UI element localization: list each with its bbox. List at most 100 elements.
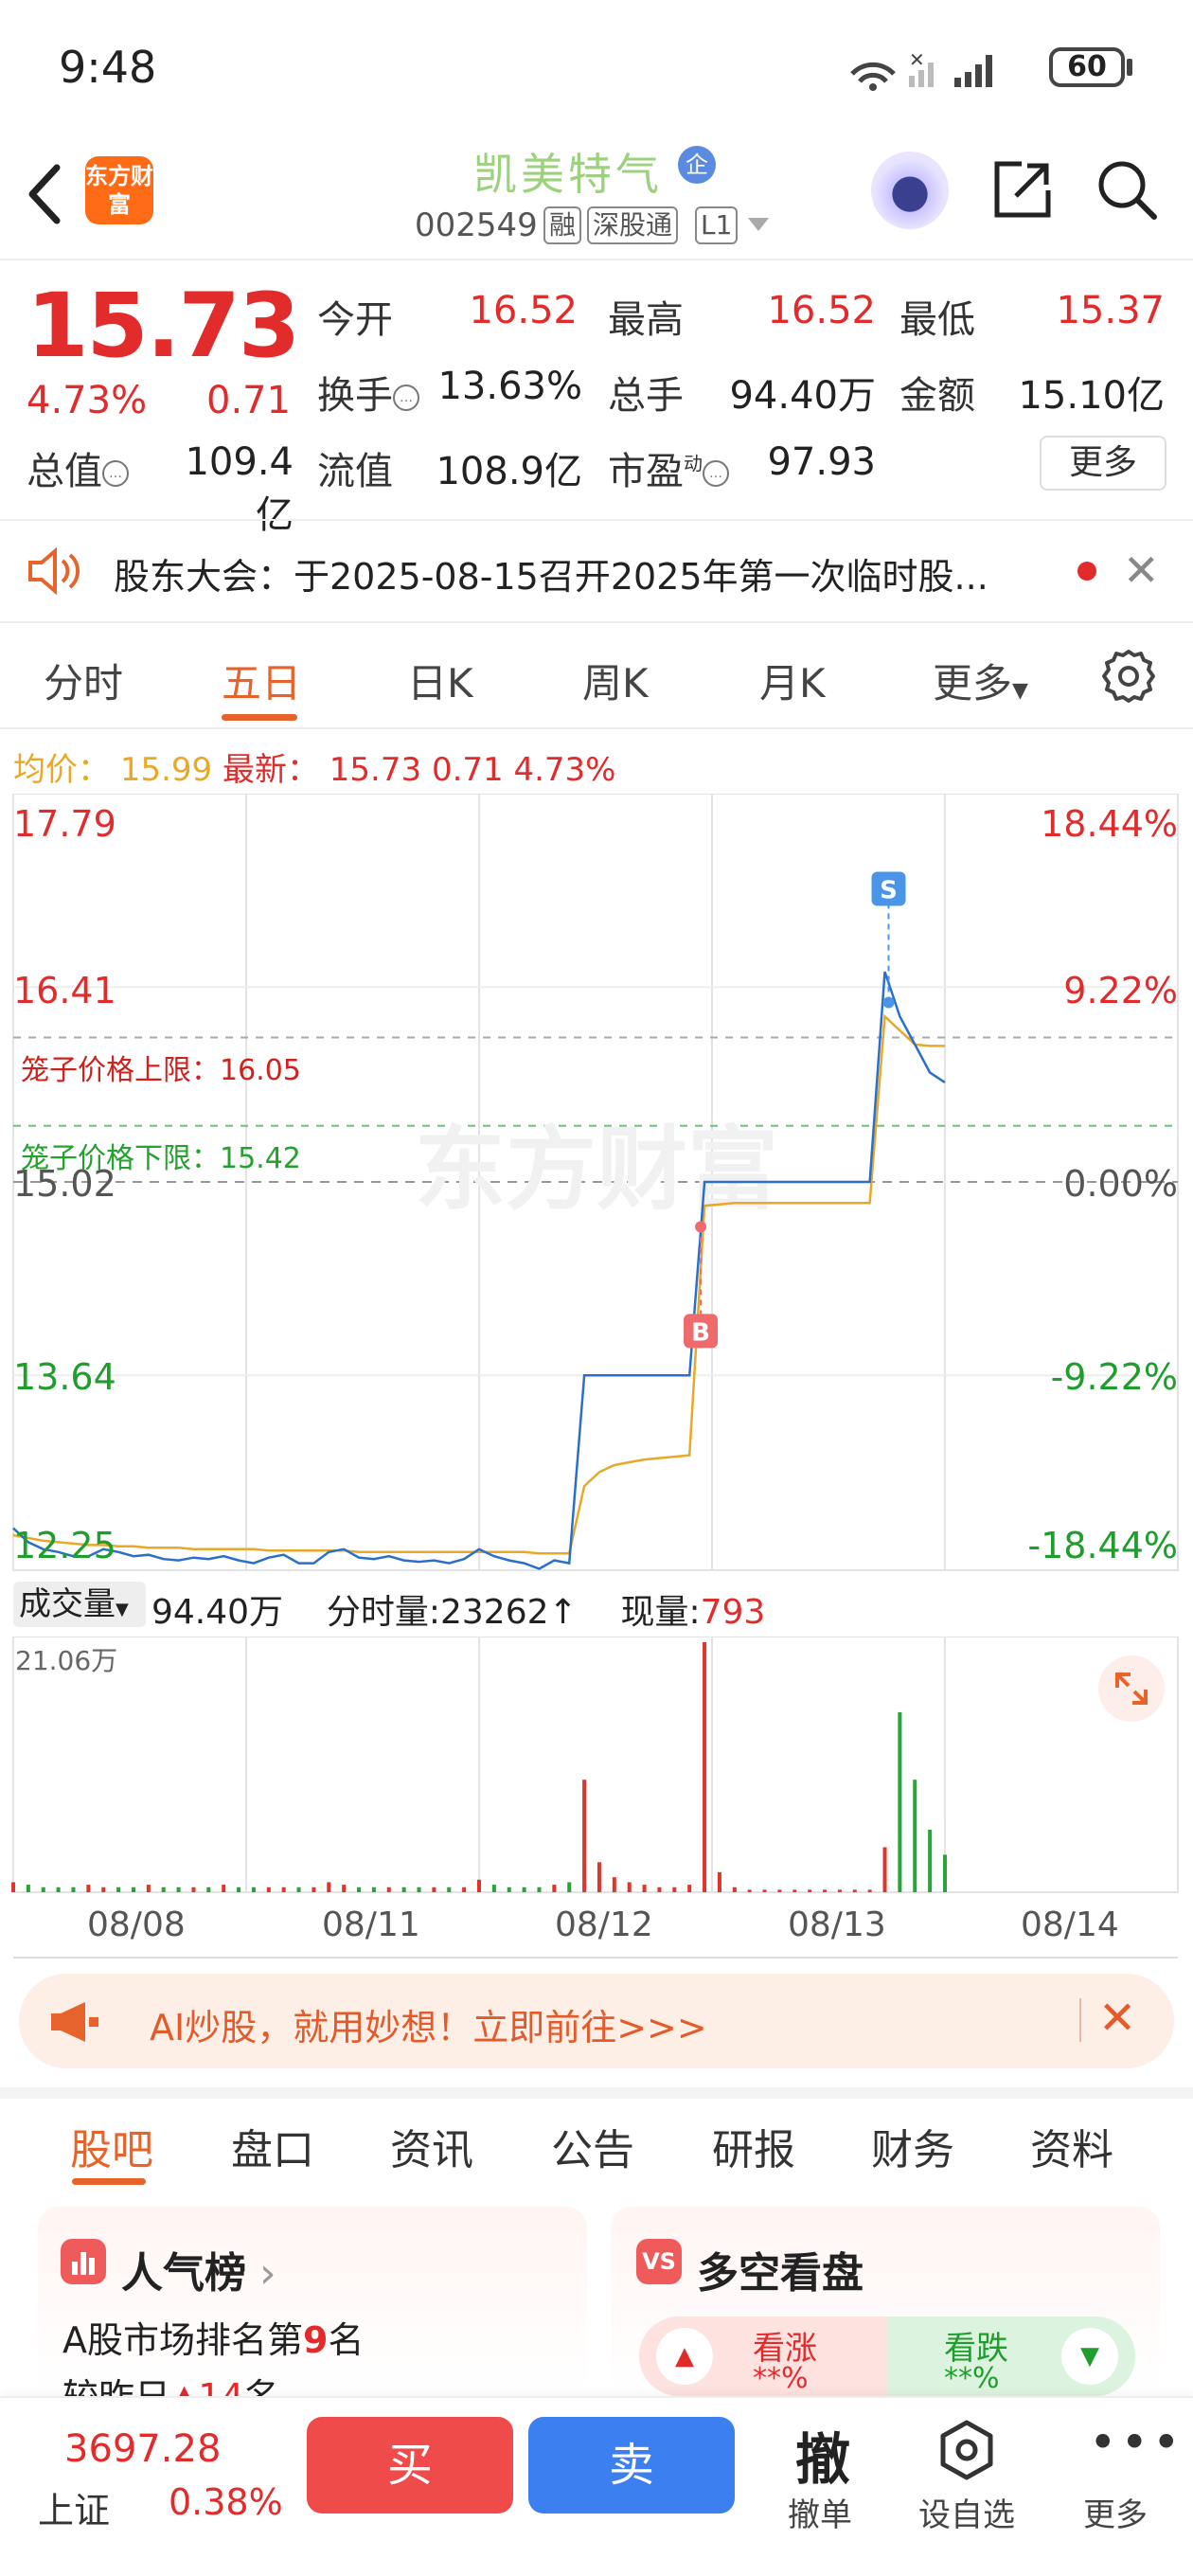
avg-label: 均价： <box>13 751 110 789</box>
amount-label: 金额 <box>899 374 975 418</box>
marker-s-label: S <box>880 877 898 905</box>
volume-bar <box>266 1887 271 1892</box>
buy-button[interactable]: 买 <box>307 2417 513 2513</box>
high-value: 16.52 <box>767 289 876 332</box>
volume-bar <box>116 1887 121 1892</box>
cancel-order-label[interactable]: 撤单 <box>788 2489 852 2535</box>
tab-daily-k[interactable]: 日K <box>407 652 473 709</box>
volume-bar <box>477 1879 481 1892</box>
notice-text[interactable]: 股东大会：于2025-08-15召开2025年第一次临时股... <box>114 547 1070 599</box>
tab-active-indicator <box>72 2178 146 2185</box>
tab-orderbook[interactable]: 盘口 <box>231 2116 314 2176</box>
float-cap-value: 108.9亿 <box>436 450 582 493</box>
tab-five-day[interactable]: 五日 <box>222 652 301 709</box>
avg-value: 15.99 <box>119 751 213 789</box>
tab-forum[interactable]: 股吧 <box>70 2116 153 2176</box>
volume-bar <box>327 1882 331 1892</box>
back-icon[interactable] <box>19 156 76 232</box>
marker-b-label: B <box>691 1318 710 1347</box>
cancel-order-icon[interactable]: 撤 <box>795 2415 850 2495</box>
watchlist-icon[interactable] <box>937 2419 996 2481</box>
app-logo[interactable]: 东方财富 <box>85 156 153 224</box>
indicator-select[interactable]: 成交量▼ <box>13 1582 146 1627</box>
close-icon[interactable]: ✕ <box>1123 548 1160 592</box>
volume-bar <box>342 1885 347 1892</box>
signal-icons: ✕ <box>850 48 992 91</box>
volume-bar <box>26 1885 30 1892</box>
float-cap-label: 流值 <box>317 450 393 493</box>
tab-weekly-k[interactable]: 周K <box>582 652 649 709</box>
volume-bar <box>657 1887 662 1892</box>
close-icon[interactable]: ✕ <box>1098 1995 1136 2042</box>
volume-bar <box>762 1889 767 1892</box>
x-tick: 08/12 <box>555 1905 653 1944</box>
index-pct[interactable]: 0.38% <box>169 2481 283 2523</box>
tab-monthly-k[interactable]: 月K <box>759 652 826 709</box>
info-icon[interactable]: … <box>703 460 729 487</box>
sell-button[interactable]: 卖 <box>528 2417 735 2513</box>
volume-bar <box>552 1885 557 1892</box>
tab-profile[interactable]: 资料 <box>1030 2116 1113 2176</box>
cage-lower-label: 笼子价格下限：15.42 <box>21 1142 301 1175</box>
y-tick-right: -18.44% <box>1027 1525 1178 1566</box>
cage-upper-label: 笼子价格上限：16.05 <box>21 1054 301 1087</box>
assistant-robot-icon[interactable] <box>871 152 949 229</box>
watchlist-label[interactable]: 设自选 <box>918 2489 1015 2535</box>
info-icon[interactable]: … <box>102 460 129 487</box>
chevron-down-icon[interactable] <box>746 216 771 235</box>
tab-intraday[interactable]: 分时 <box>44 652 123 709</box>
watermark: 东方财富 <box>415 1117 778 1223</box>
x-tick: 08/11 <box>322 1905 420 1944</box>
tab-news[interactable]: 资讯 <box>390 2116 473 2176</box>
tab-more[interactable]: 更多▼ <box>933 652 1028 709</box>
index-name[interactable]: 上证 <box>38 2481 110 2533</box>
search-icon[interactable] <box>1094 156 1160 223</box>
axis-divider <box>13 1957 1178 1959</box>
volume-bar <box>101 1887 106 1892</box>
gear-icon[interactable] <box>1100 648 1157 705</box>
volume-bar <box>522 1887 526 1892</box>
volume-bar <box>357 1887 362 1892</box>
volume-bar <box>687 1885 692 1892</box>
index-value[interactable]: 3697.28 <box>64 2427 221 2471</box>
y-tick-left: 17.79 <box>13 803 116 845</box>
bull-button[interactable]: ▲ 看涨 **% <box>639 2317 887 2396</box>
y-tick-right: 18.44% <box>1041 803 1178 845</box>
bear-pct: **% <box>944 2362 1000 2395</box>
y-tick-left: 16.41 <box>13 970 116 1011</box>
stock-code: 002549 <box>415 206 538 244</box>
x-tick: 08/14 <box>1021 1905 1119 1944</box>
volume-bar <box>898 1711 902 1892</box>
volume-bar <box>837 1889 842 1892</box>
chevron-right-icon: › <box>246 2249 276 2298</box>
volume-bar <box>417 1887 421 1892</box>
status-time: 9:48 <box>59 42 157 93</box>
volume-bar <box>882 1847 887 1892</box>
ai-banner-text[interactable]: AI炒股，就用妙想！立即前往>>> <box>150 1998 707 2050</box>
volume-bar <box>41 1887 45 1892</box>
tab-announcements[interactable]: 公告 <box>551 2116 634 2176</box>
share-icon[interactable] <box>989 156 1056 223</box>
more-dots-icon[interactable]: ••• <box>1089 2419 1184 2466</box>
vs-icon: VS <box>636 2239 682 2284</box>
tab-research[interactable]: 研报 <box>712 2116 795 2176</box>
volume-bar <box>852 1889 857 1892</box>
average-price-line: 均价： 15.99 最新： 15.73 0.71 4.73% <box>13 743 615 790</box>
tab-finance[interactable]: 财务 <box>871 2116 954 2176</box>
bull-bear-title: 多空看盘 <box>697 2249 864 2298</box>
more-quote-button[interactable]: 更多 <box>1040 436 1166 491</box>
popularity-compare: 较昨日▲14名 <box>62 2368 280 2396</box>
volume-bar <box>371 1887 376 1892</box>
more-label[interactable]: 更多 <box>1083 2489 1148 2535</box>
volume-label: 总手 <box>608 374 684 418</box>
bear-button[interactable]: 看跌 **% ▼ <box>887 2317 1135 2396</box>
volume-bar <box>717 1871 721 1892</box>
megaphone-icon <box>51 2002 98 2042</box>
pe-value: 97.93 <box>767 440 876 484</box>
volume-chart[interactable] <box>0 1637 1193 1921</box>
marker-dot <box>695 1221 707 1233</box>
expand-icon[interactable] <box>1098 1655 1165 1722</box>
info-icon[interactable]: … <box>393 385 419 411</box>
volume-bar <box>161 1887 166 1892</box>
volume-bar <box>507 1887 511 1892</box>
